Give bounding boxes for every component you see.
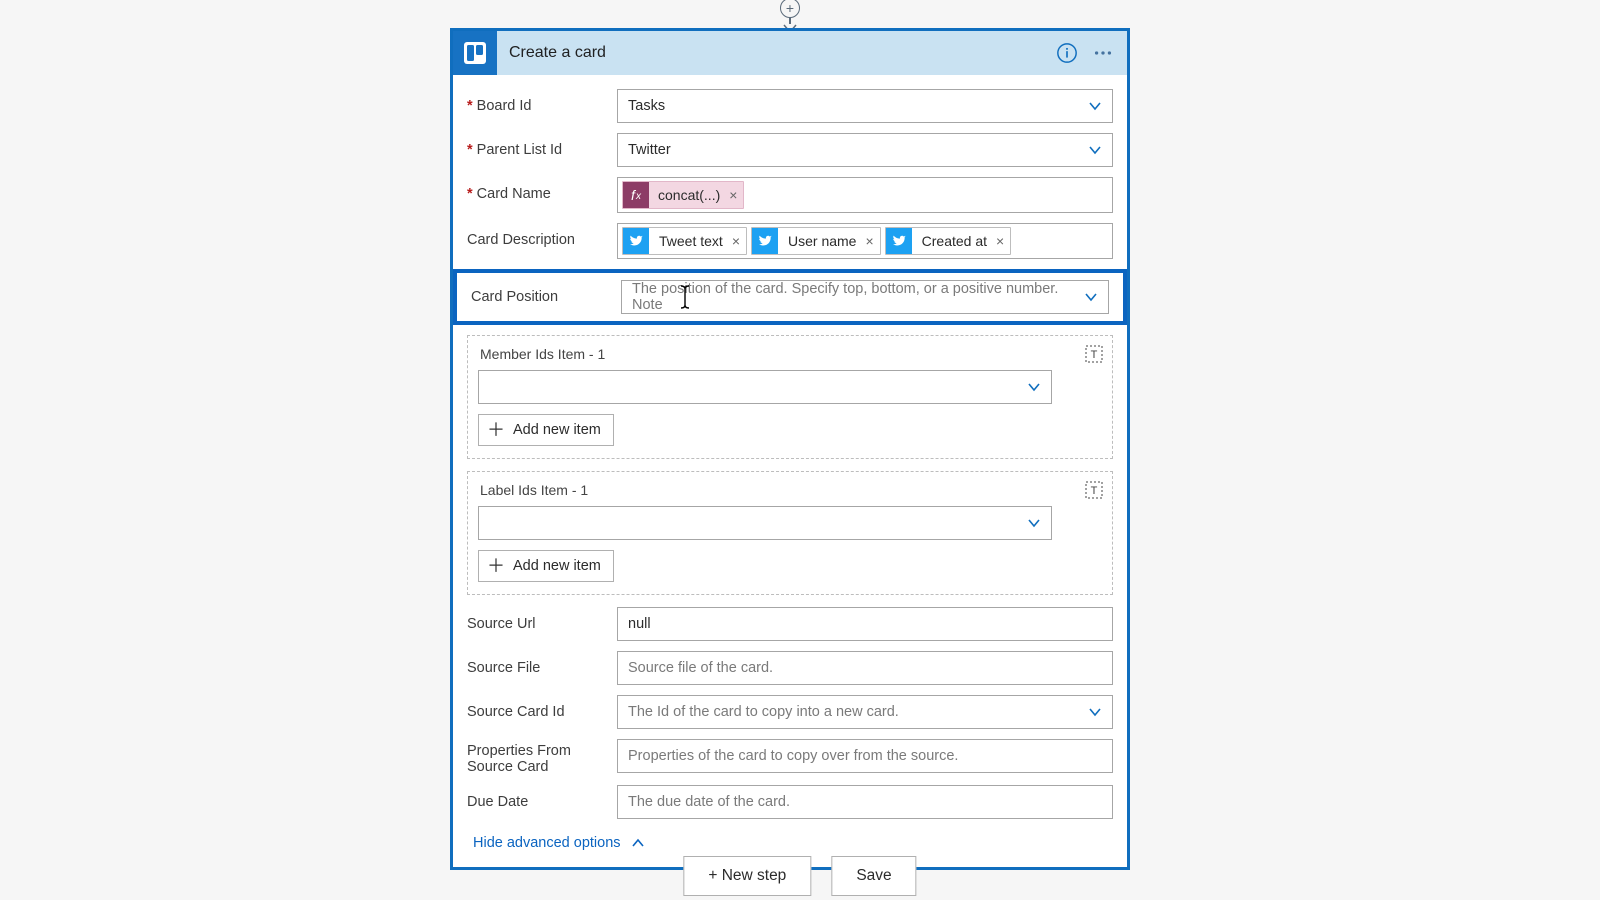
source-url-input[interactable]: null (617, 607, 1113, 641)
token-created-at[interactable]: Created at × (885, 227, 1012, 255)
chevron-down-icon (1084, 290, 1098, 304)
label-ids-group: T Label Ids Item - 1 ＋ Add new item (467, 471, 1113, 595)
label-parent-list-id: Parent List Id (467, 133, 617, 158)
chevron-down-icon (1088, 705, 1102, 719)
svg-text:T: T (1091, 485, 1098, 497)
token-remove-icon[interactable]: × (732, 233, 740, 249)
switch-to-array-button[interactable]: T (1082, 342, 1106, 366)
properties-from-source-placeholder: Properties of the card to copy over from… (628, 748, 958, 764)
fx-icon: fx (623, 182, 649, 208)
hide-advanced-options-link[interactable]: Hide advanced options (467, 829, 647, 859)
token-user-name[interactable]: User name × (751, 227, 881, 255)
action-card-create-a-card: Create a card Board Id Tasks Parent List… (450, 28, 1130, 870)
source-file-input[interactable]: Source file of the card. (617, 651, 1113, 685)
due-date-placeholder: The due date of the card. (628, 794, 790, 810)
twitter-icon (623, 228, 649, 254)
trello-icon (453, 31, 497, 75)
token-expression-concat[interactable]: fx concat(...) × (622, 181, 744, 209)
info-button[interactable] (1049, 35, 1085, 71)
label-properties-from-source: Properties From Source Card (467, 739, 617, 775)
label-card-position: Card Position (471, 280, 621, 305)
token-remove-icon[interactable]: × (996, 233, 1004, 249)
label-ids-item-dropdown[interactable] (478, 506, 1052, 540)
member-ids-group: T Member Ids Item - 1 ＋ Add new item (467, 335, 1113, 459)
card-description-input[interactable]: Tweet text × User name × Created at × (617, 223, 1113, 259)
chevron-down-icon (1088, 143, 1102, 157)
card-body: Board Id Tasks Parent List Id Twitter Ca… (453, 75, 1127, 867)
card-position-placeholder: The position of the card. Specify top, b… (632, 281, 1084, 313)
label-due-date: Due Date (467, 785, 617, 810)
label-card-name: Card Name (467, 177, 617, 202)
chevron-down-icon (1027, 380, 1041, 394)
label-source-url: Source Url (467, 607, 617, 632)
new-step-button[interactable]: + New step (683, 856, 811, 896)
member-ids-label: Member Ids Item - 1 (480, 346, 1102, 362)
plus-icon: ＋ (487, 557, 505, 575)
designer-footer: + New step Save (683, 856, 916, 896)
parent-list-id-value: Twitter (628, 142, 671, 158)
svg-text:T: T (1091, 349, 1098, 361)
chevron-up-icon (631, 836, 645, 850)
label-board-id: Board Id (467, 89, 617, 114)
twitter-icon (752, 228, 778, 254)
board-id-dropdown[interactable]: Tasks (617, 89, 1113, 123)
label-card-description: Card Description (467, 223, 617, 248)
token-remove-icon[interactable]: × (729, 187, 737, 203)
properties-from-source-input[interactable]: Properties of the card to copy over from… (617, 739, 1113, 773)
due-date-input[interactable]: The due date of the card. (617, 785, 1113, 819)
source-file-placeholder: Source file of the card. (628, 660, 773, 676)
source-card-id-dropdown[interactable]: The Id of the card to copy into a new ca… (617, 695, 1113, 729)
token-tweet-text[interactable]: Tweet text × (622, 227, 747, 255)
more-menu-button[interactable] (1085, 35, 1121, 71)
plus-icon: ＋ (487, 421, 505, 439)
twitter-icon (886, 228, 912, 254)
member-ids-item-dropdown[interactable] (478, 370, 1052, 404)
highlighted-card-position-row: Card Position The position of the card. … (453, 269, 1127, 325)
card-header: Create a card (453, 31, 1127, 75)
label-source-file: Source File (467, 651, 617, 676)
card-position-dropdown[interactable]: The position of the card. Specify top, b… (621, 280, 1109, 314)
card-title[interactable]: Create a card (497, 44, 1049, 62)
switch-to-array-button[interactable]: T (1082, 478, 1106, 502)
save-button[interactable]: Save (831, 856, 916, 896)
token-remove-icon[interactable]: × (865, 233, 873, 249)
add-member-item-button[interactable]: ＋ Add new item (478, 414, 614, 446)
card-name-input[interactable]: fx concat(...) × (617, 177, 1113, 213)
label-source-card-id: Source Card Id (467, 695, 617, 720)
source-card-id-placeholder: The Id of the card to copy into a new ca… (628, 704, 899, 720)
add-label-item-button[interactable]: ＋ Add new item (478, 550, 614, 582)
chevron-down-icon (1027, 516, 1041, 530)
label-ids-label: Label Ids Item - 1 (480, 482, 1102, 498)
source-url-value: null (628, 616, 651, 632)
parent-list-id-dropdown[interactable]: Twitter (617, 133, 1113, 167)
board-id-value: Tasks (628, 98, 665, 114)
chevron-down-icon (1088, 99, 1102, 113)
